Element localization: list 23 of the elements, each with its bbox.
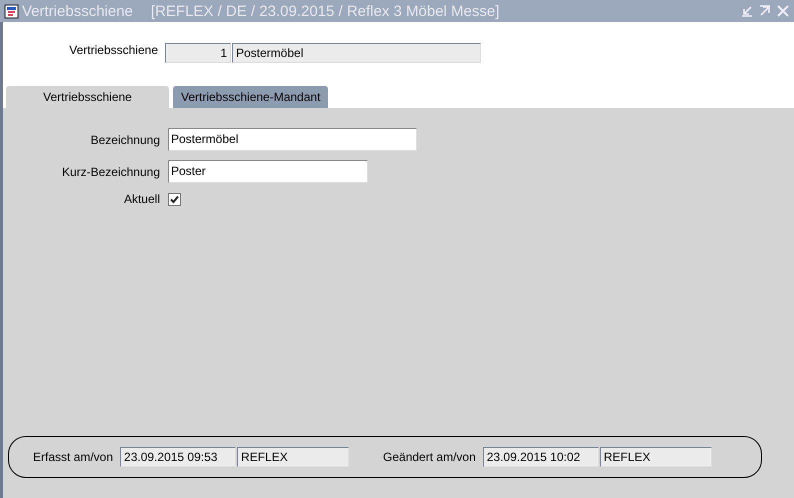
timestamp-field[interactable]: 23.09.2015 09:53 bbox=[120, 447, 236, 467]
maximize-icon[interactable] bbox=[758, 4, 772, 18]
user-field[interactable]: REFLEX bbox=[600, 447, 712, 467]
window-title: Vertriebsschiene bbox=[22, 2, 133, 20]
window-context: [REFLEX / DE / 23.09.2015 / Reflex 3 Möbel Messe] bbox=[150, 2, 500, 20]
tab[interactable]: Vertriebsschiene bbox=[6, 86, 169, 108]
field-label: Bezeichnung bbox=[90, 132, 160, 146]
checkbox[interactable] bbox=[168, 192, 181, 206]
user-field[interactable]: REFLEX bbox=[237, 447, 350, 467]
number-field[interactable]: 1 bbox=[165, 43, 231, 63]
tab[interactable]: Vertriebsschiene-Mandant bbox=[173, 86, 328, 108]
input-field[interactable]: Poster bbox=[168, 160, 368, 183]
field-label: Kurz-Bezeichnung bbox=[60, 164, 160, 178]
timestamp-field[interactable]: 23.09.2015 10:02 bbox=[482, 447, 599, 467]
checkbox-label: Aktuell bbox=[122, 192, 160, 206]
name-field[interactable]: Postermöbel bbox=[232, 43, 481, 63]
input-field[interactable]: Postermöbel bbox=[168, 128, 417, 151]
field-label: Geändert am/von bbox=[383, 450, 476, 464]
field-label: Vertriebsschiene bbox=[68, 43, 158, 57]
app-icon bbox=[4, 3, 20, 19]
close-icon[interactable] bbox=[776, 4, 790, 18]
field-label: Erfasst am/von bbox=[33, 450, 114, 464]
minimize-icon[interactable] bbox=[740, 4, 754, 18]
